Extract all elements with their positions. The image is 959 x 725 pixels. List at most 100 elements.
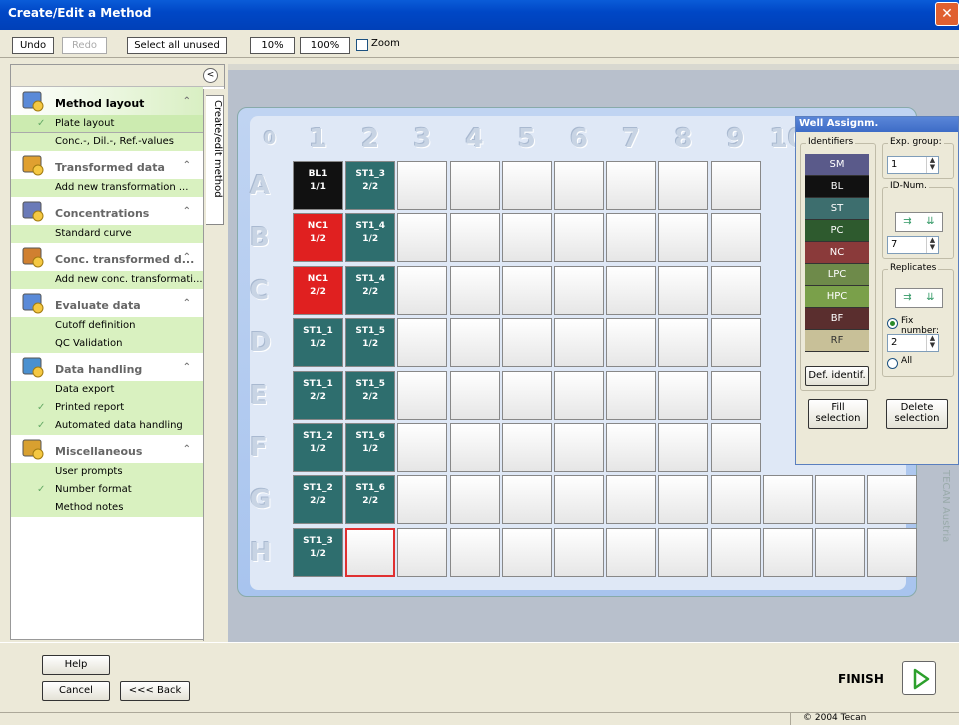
- plate-well[interactable]: [658, 213, 709, 263]
- plate-well[interactable]: BL1 1/1: [293, 161, 343, 210]
- task-group-header[interactable]: Miscellaneous ⌃: [11, 435, 203, 463]
- identifier-button[interactable]: RF: [805, 330, 869, 352]
- plate-well[interactable]: [501, 527, 552, 577]
- plate-well[interactable]: [554, 527, 604, 577]
- plate-well[interactable]: [710, 423, 761, 472]
- identifier-button[interactable]: HPC: [805, 286, 869, 308]
- plate-well[interactable]: [397, 161, 448, 210]
- task-item[interactable]: Cutoff definition: [11, 317, 203, 335]
- id-num-direction-toggle[interactable]: ⇉ ⇊: [895, 212, 943, 232]
- identifier-button[interactable]: PC: [805, 220, 869, 242]
- plate-well[interactable]: ST1_2 1/2: [293, 423, 343, 472]
- stepper-arrows-icon[interactable]: ▲ ▼: [926, 335, 938, 351]
- plate-well[interactable]: [710, 527, 761, 577]
- plate-well[interactable]: [501, 265, 552, 315]
- plate-well[interactable]: [397, 318, 448, 368]
- task-group-header[interactable]: Data handling ⌃: [11, 353, 203, 381]
- plate-well[interactable]: NC1 1/2: [293, 213, 343, 263]
- redo-button[interactable]: Redo: [62, 37, 107, 54]
- row-header[interactable]: D: [250, 328, 290, 358]
- plate-well[interactable]: ST1_5 1/2: [345, 318, 396, 368]
- plate-well[interactable]: [606, 475, 657, 525]
- chevron-up-icon[interactable]: ⌃: [183, 160, 191, 171]
- task-group-header[interactable]: Method layout ⌃: [11, 87, 203, 115]
- plate-well[interactable]: [501, 161, 552, 210]
- plate-well[interactable]: ST1_2 2/2: [293, 475, 343, 525]
- plate-well[interactable]: [397, 370, 448, 420]
- row-header[interactable]: A: [250, 171, 290, 201]
- plate-well[interactable]: [658, 527, 709, 577]
- plate-well[interactable]: ST1_6 2/2: [345, 475, 396, 525]
- stepper-arrows-icon[interactable]: ▲ ▼: [926, 157, 938, 173]
- task-group-header[interactable]: Concentrations ⌃: [11, 197, 203, 225]
- task-group-header[interactable]: Conc. transformed d... ⌃: [11, 243, 203, 271]
- plate-well[interactable]: [606, 318, 657, 368]
- plate-well[interactable]: [449, 265, 500, 315]
- close-button[interactable]: ✕: [935, 2, 959, 26]
- task-item[interactable]: ✓ Plate layout: [11, 115, 203, 133]
- delete-selection-button[interactable]: Delete selection: [886, 399, 948, 429]
- chevron-up-icon[interactable]: ⌃: [183, 298, 191, 309]
- plate-well[interactable]: [606, 423, 657, 472]
- plate-well[interactable]: [397, 213, 448, 263]
- chevron-up-icon[interactable]: ⌃: [183, 206, 191, 217]
- fix-number-stepper[interactable]: 2 ▲ ▼: [887, 334, 939, 352]
- plate-well[interactable]: [449, 161, 500, 210]
- plate-well[interactable]: [501, 213, 552, 263]
- column-header[interactable]: 9: [716, 124, 756, 154]
- plate-well[interactable]: [554, 475, 604, 525]
- plate-well[interactable]: [606, 370, 657, 420]
- plate-well[interactable]: [658, 318, 709, 368]
- fill-rows-icon[interactable]: ⇉: [896, 289, 919, 307]
- plate-well[interactable]: [397, 423, 448, 472]
- row-header[interactable]: G: [250, 485, 290, 515]
- plate-well[interactable]: [449, 318, 500, 368]
- plate-well[interactable]: [397, 265, 448, 315]
- fix-number-radio[interactable]: [887, 318, 898, 329]
- task-item[interactable]: Add new transformation ...: [11, 179, 203, 197]
- def-identif-button[interactable]: Def. identif.: [805, 366, 869, 386]
- row-header[interactable]: B: [250, 223, 290, 253]
- plate-well[interactable]: [658, 161, 709, 210]
- plate-well[interactable]: ST1_4 1/2: [345, 213, 396, 263]
- collapse-icon[interactable]: <: [203, 68, 218, 83]
- replicates-direction-toggle[interactable]: ⇉ ⇊: [895, 288, 943, 308]
- task-item[interactable]: User prompts: [11, 463, 203, 481]
- plate-well[interactable]: [501, 423, 552, 472]
- plate-well[interactable]: ST1_1 1/2: [293, 318, 343, 368]
- task-group-header[interactable]: Evaluate data ⌃: [11, 289, 203, 317]
- plate-well[interactable]: [658, 265, 709, 315]
- task-item[interactable]: ✓ Number format: [11, 481, 203, 499]
- plate-well[interactable]: [658, 423, 709, 472]
- identifier-button[interactable]: BL: [805, 176, 869, 198]
- chevron-up-icon[interactable]: ⌃: [183, 362, 191, 373]
- row-header[interactable]: F: [250, 433, 290, 463]
- column-header[interactable]: 4: [455, 124, 495, 154]
- tab-create-edit-method[interactable]: Create/edit method: [206, 95, 224, 225]
- column-header[interactable]: 2: [350, 124, 390, 154]
- plate-well[interactable]: ST1_6 1/2: [345, 423, 396, 472]
- fill-columns-icon[interactable]: ⇊: [919, 213, 942, 231]
- row-header[interactable]: C: [250, 276, 290, 306]
- back-button[interactable]: <<< Back: [120, 681, 190, 701]
- plate-well[interactable]: [554, 370, 604, 420]
- plate-well[interactable]: [449, 370, 500, 420]
- column-header[interactable]: 5: [507, 124, 547, 154]
- plate-well[interactable]: [867, 527, 918, 577]
- plate-well[interactable]: [815, 475, 865, 525]
- fill-rows-icon[interactable]: ⇉: [896, 213, 919, 231]
- plate-well[interactable]: [710, 318, 761, 368]
- finish-button[interactable]: [902, 661, 936, 695]
- identifier-button[interactable]: BF: [805, 308, 869, 330]
- plate-well[interactable]: [449, 475, 500, 525]
- task-item[interactable]: Data export: [11, 381, 203, 399]
- plate-well[interactable]: [606, 265, 657, 315]
- identifier-button[interactable]: LPC: [805, 264, 869, 286]
- task-item[interactable]: ✓ Printed report: [11, 399, 203, 417]
- cancel-button[interactable]: Cancel: [42, 681, 110, 701]
- plate-well[interactable]: [554, 161, 604, 210]
- column-header[interactable]: 6: [559, 124, 599, 154]
- plate-well[interactable]: [397, 527, 448, 577]
- plate-well[interactable]: NC1 2/2: [293, 265, 343, 315]
- plate-well[interactable]: [710, 475, 761, 525]
